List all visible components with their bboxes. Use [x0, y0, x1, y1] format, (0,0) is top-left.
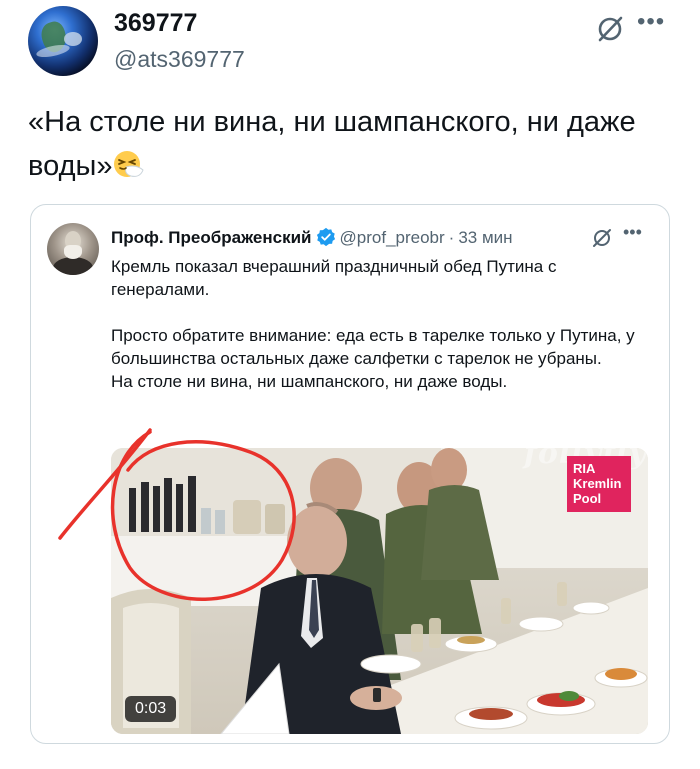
quoted-author-avatar[interactable] [47, 223, 99, 275]
quoted-paragraph: На столе ни вина, ни шампанского, ни даж… [111, 372, 508, 391]
ria-kremlin-pool-badge: RIA Kremlin Pool [567, 456, 631, 512]
quoted-grok-icon[interactable] [591, 227, 613, 249]
quoted-paragraph: Просто обратите внимание: еда есть в тар… [111, 326, 635, 368]
author-handle[interactable]: @ats369777 [114, 46, 245, 73]
badge-line: Pool [573, 491, 602, 506]
video-duration: 0:03 [125, 696, 177, 722]
quoted-author-name[interactable]: Проф. Преображенский [111, 228, 312, 247]
badge-line: RIA [573, 461, 596, 476]
author-display-name[interactable]: 369777 [114, 9, 197, 38]
quoted-timestamp[interactable]: 33 мин [458, 228, 512, 247]
quoted-author-handle[interactable]: @prof_preobr [340, 228, 445, 247]
grok-icon[interactable] [595, 14, 625, 44]
quoted-post-header: Проф. Преображенский @prof_preobr · 33 мин… [111, 222, 657, 253]
verified-badge-icon [316, 227, 335, 247]
post-header: 369777 @ats369777 ••• [28, 4, 678, 80]
quoted-paragraph: Кремль показал вчерашний праздничный обе… [111, 257, 557, 299]
badge-line: Kremlin [573, 476, 622, 491]
quoted-more-icon[interactable]: ••• [623, 222, 642, 243]
quoted-post-text: Кремль показал вчерашний праздничный обе… [111, 255, 657, 393]
video-player[interactable]: follyfly RIA Kremlin Pool 0:03 [111, 448, 648, 734]
separator-dot: · [448, 228, 455, 247]
more-icon[interactable]: ••• [637, 8, 665, 36]
author-avatar[interactable] [28, 6, 98, 76]
quoted-post-card[interactable]: Проф. Преображенский @prof_preobr · 33 мин… [30, 204, 670, 744]
sneezing-face-icon [114, 151, 145, 177]
post-text: «На столе ни вина, ни шампанского, ни да… [28, 100, 668, 188]
